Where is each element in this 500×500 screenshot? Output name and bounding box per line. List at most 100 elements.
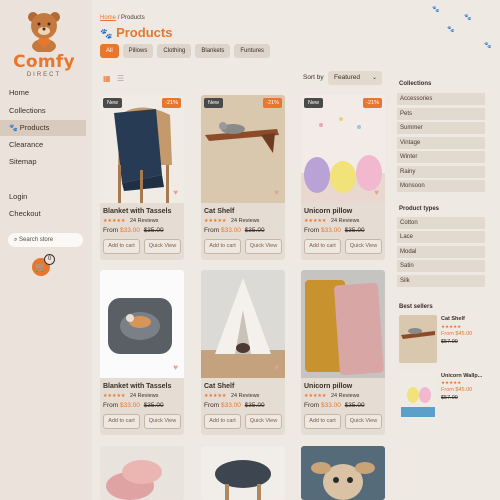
- product-type-item[interactable]: Satin: [397, 260, 485, 272]
- add-to-cart-button[interactable]: Add to cart: [103, 239, 140, 254]
- product-name[interactable]: Unicorn pillow: [304, 208, 352, 215]
- product-image[interactable]: ♥: [100, 270, 184, 378]
- product-image[interactable]: New -21% ♥: [301, 95, 385, 203]
- nav-sitemap[interactable]: Sitemap: [0, 154, 86, 170]
- discount-badge: -21%: [162, 98, 181, 108]
- quick-view-button[interactable]: Quick View: [144, 414, 181, 429]
- product-name[interactable]: Blanket with Tassels: [103, 208, 171, 215]
- product-image[interactable]: New -21% ♥: [100, 95, 184, 203]
- heart-icon[interactable]: ♥: [374, 188, 379, 197]
- product-card[interactable]: [301, 446, 385, 500]
- product-price: From $33.00 $35.00: [103, 227, 164, 234]
- breadcrumb: Home / Products: [100, 15, 145, 21]
- quick-view-button[interactable]: Quick View: [144, 239, 181, 254]
- add-to-cart-button[interactable]: Add to cart: [304, 239, 341, 254]
- product-type-item[interactable]: Lace: [397, 231, 485, 243]
- product-price: From $33.00 $35.00: [304, 227, 365, 234]
- filter-chip-pillows[interactable]: Pillows: [122, 44, 154, 58]
- heart-icon[interactable]: ♥: [374, 363, 379, 372]
- filter-chip-funtures[interactable]: Funtures: [234, 44, 271, 58]
- review-count: 24 Reviews: [331, 393, 360, 399]
- sort-select[interactable]: Featured ⌄: [328, 71, 382, 85]
- best-seller-name[interactable]: Cat Shelf: [441, 316, 465, 322]
- rating-stars: ★★★★★: [304, 218, 327, 224]
- product-type-item[interactable]: Silk: [397, 275, 485, 287]
- filter-chip-clothing[interactable]: Clothing: [157, 44, 192, 58]
- filter-chip-all[interactable]: All: [100, 44, 119, 58]
- new-badge: New: [204, 98, 224, 108]
- product-name[interactable]: Cat Shelf: [204, 208, 234, 215]
- heart-icon[interactable]: ♥: [274, 188, 279, 197]
- best-seller-image[interactable]: [399, 315, 437, 363]
- breadcrumb-current: Products: [121, 15, 145, 21]
- product-card[interactable]: New -21% ♥ Cat Shelf ★★★★★ 24 Reviews Fr…: [201, 95, 285, 260]
- collection-item[interactable]: Winter: [397, 151, 485, 163]
- nav-home[interactable]: Home: [0, 85, 86, 101]
- product-card[interactable]: [201, 446, 285, 500]
- product-name[interactable]: Unicorn pillow: [304, 383, 352, 390]
- product-name[interactable]: Cat Shelf: [204, 383, 234, 390]
- product-card[interactable]: ♥ Cat Shelf ★★★★★ 24 Reviews From $33.00…: [201, 270, 285, 435]
- best-sellers-heading: Best sellers: [399, 304, 433, 310]
- brand-logo[interactable]: Comfy DIRECT: [8, 8, 80, 78]
- product-card[interactable]: [100, 446, 184, 500]
- product-image[interactable]: New -21% ♥: [201, 95, 285, 203]
- add-to-cart-button[interactable]: Add to cart: [204, 239, 241, 254]
- product-name[interactable]: Blanket with Tassels: [103, 383, 171, 390]
- pet-bed-image: [100, 270, 184, 378]
- add-to-cart-button[interactable]: Add to cart: [304, 414, 341, 429]
- pet-teepee-image: [201, 270, 285, 378]
- filter-chip-blankets[interactable]: Blankets: [195, 44, 231, 58]
- collection-item[interactable]: Rainy: [397, 166, 485, 178]
- product-image[interactable]: ♥: [201, 270, 285, 378]
- add-to-cart-button[interactable]: Add to cart: [103, 414, 140, 429]
- best-seller-name[interactable]: Unicorn Wallp...: [441, 373, 482, 379]
- product-card[interactable]: New -21% ♥ Unicorn pillow ★★★★★ 24 Revie…: [301, 95, 385, 260]
- heart-icon[interactable]: ♥: [173, 363, 178, 372]
- product-image[interactable]: [301, 446, 385, 500]
- filter-chips: All Pillows Clothing Blankets Funtures: [100, 44, 271, 58]
- best-seller-price: From $45.00: [441, 331, 473, 337]
- rating-stars: ★★★★★: [204, 218, 227, 224]
- sort-label: Sort by: [303, 74, 324, 81]
- review-count: 24 Reviews: [231, 218, 260, 224]
- quick-view-button[interactable]: Quick View: [345, 239, 382, 254]
- product-image[interactable]: [100, 446, 184, 500]
- product-card[interactable]: New -21% ♥ Blanket with Tassels ★★★★★ 24…: [100, 95, 184, 260]
- cat-shelf-image: [201, 95, 285, 203]
- product-image[interactable]: [201, 446, 285, 500]
- collections-heading: Collections: [399, 81, 432, 87]
- collection-item[interactable]: Pets: [397, 108, 485, 120]
- brand-name: Comfy: [13, 52, 75, 72]
- best-seller-price: From $45.00: [441, 387, 473, 393]
- product-card[interactable]: ♥ Unicorn pillow ★★★★★ 24 Reviews From $…: [301, 270, 385, 435]
- add-to-cart-button[interactable]: Add to cart: [204, 414, 241, 429]
- nav-collections[interactable]: Collections: [0, 103, 86, 119]
- search-input[interactable]: ⌕ Search store: [8, 233, 83, 247]
- quick-view-button[interactable]: Quick View: [245, 414, 282, 429]
- nav-products[interactable]: 🐾 Products: [0, 120, 86, 136]
- product-price: From $33.00 $35.00: [304, 402, 365, 409]
- brand-subtitle: DIRECT: [26, 72, 62, 78]
- product-image[interactable]: ♥: [301, 270, 385, 378]
- collection-item[interactable]: Accessories: [397, 93, 485, 105]
- grid-view-icon[interactable]: ▦: [103, 74, 111, 83]
- heart-icon[interactable]: ♥: [173, 188, 178, 197]
- review-count: 24 Reviews: [331, 218, 360, 224]
- product-card[interactable]: ♥ Blanket with Tassels ★★★★★ 24 Reviews …: [100, 270, 184, 435]
- nav-login[interactable]: Login: [0, 189, 86, 205]
- nav-clearance[interactable]: Clearance: [0, 137, 86, 153]
- product-type-item[interactable]: Cotton: [397, 217, 485, 229]
- quick-view-button[interactable]: Quick View: [245, 239, 282, 254]
- best-seller-image[interactable]: [399, 371, 437, 419]
- nav-checkout[interactable]: Checkout: [0, 206, 86, 222]
- product-type-item[interactable]: Modal: [397, 246, 485, 258]
- product-types-heading: Product types: [399, 206, 440, 212]
- quick-view-button[interactable]: Quick View: [345, 414, 382, 429]
- list-view-icon[interactable]: ☰: [117, 74, 124, 83]
- collection-item[interactable]: Monsoon: [397, 180, 485, 192]
- heart-icon[interactable]: ♥: [274, 363, 279, 372]
- breadcrumb-home[interactable]: Home: [100, 15, 116, 21]
- collection-item[interactable]: Summer: [397, 122, 485, 134]
- collection-item[interactable]: Vintage: [397, 137, 485, 149]
